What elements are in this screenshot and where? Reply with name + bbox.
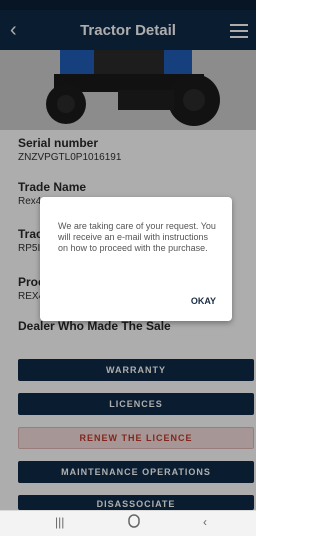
confirmation-dialog: We are taking care of your request. You … [40,197,232,321]
system-navigation-bar: ||| ‹ [0,510,256,536]
dialog-message: We are taking care of your request. You … [58,221,216,253]
okay-button[interactable]: OKAY [191,296,216,306]
nav-back-icon[interactable]: ‹ [203,515,207,529]
recent-apps-icon[interactable]: ||| [55,515,64,529]
home-icon[interactable] [128,514,140,531]
